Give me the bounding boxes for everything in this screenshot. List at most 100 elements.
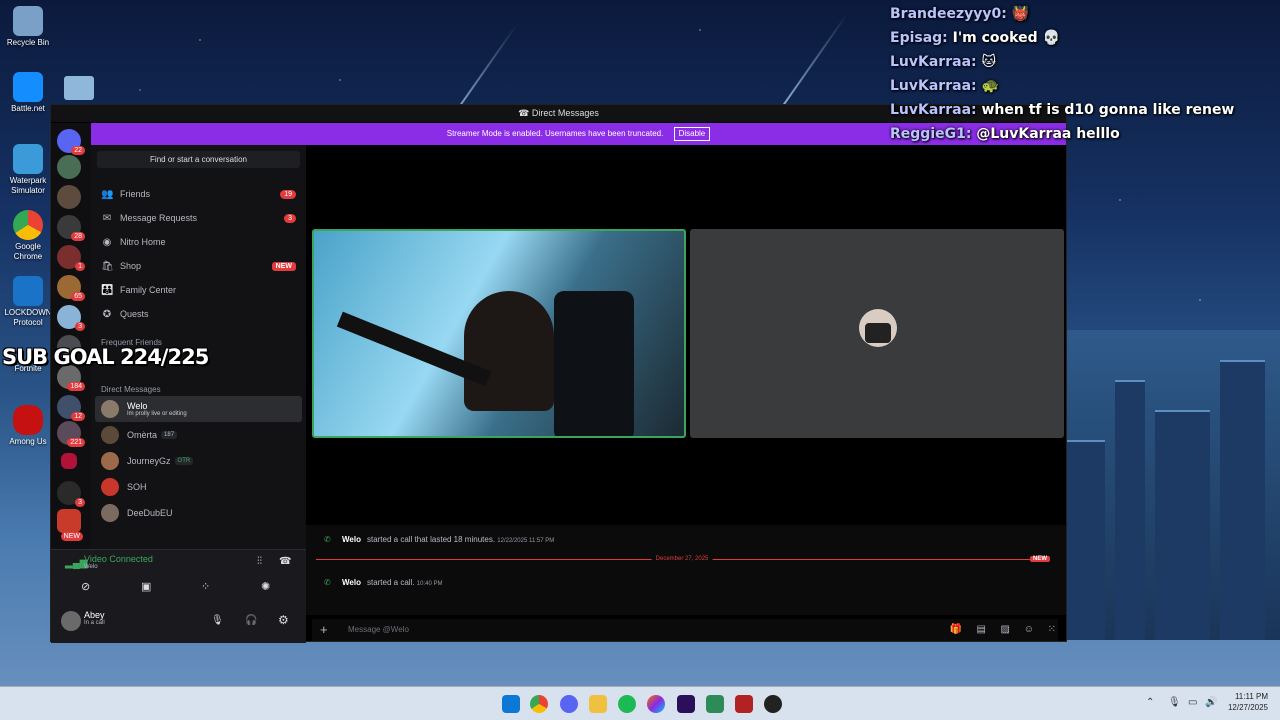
dm-item-soh[interactable]: SOH	[95, 474, 302, 500]
desktop-icon-label: Battle.net	[11, 104, 45, 113]
streamer-banner-text: Streamer Mode is enabled. Usernames have…	[446, 129, 664, 138]
server-icon[interactable]: 65	[57, 275, 85, 301]
message-list: ✆ Welo started a call that lasted 18 minu…	[306, 525, 1066, 615]
desktop-icon-label: Google Chrome	[13, 242, 43, 261]
chevron-up-icon[interactable]: ⌃	[1146, 697, 1154, 708]
headphones-icon[interactable]: 🎧	[245, 615, 257, 626]
app-icon[interactable]	[647, 695, 665, 713]
noise-suppression-icon[interactable]: ⫶⫶	[257, 556, 262, 567]
nav-family-center[interactable]: 👪 Family Center	[91, 278, 306, 302]
unread-badge: 3	[75, 498, 85, 507]
unread-badge: 65	[71, 292, 85, 301]
find-conversation-button[interactable]: Find or start a conversation	[97, 151, 300, 168]
discord-taskbar-icon[interactable]	[560, 695, 578, 713]
premiere-icon[interactable]	[677, 695, 695, 713]
server-icon[interactable]	[57, 155, 81, 179]
voice-panel: ▂▄▆ Video Connected Welo ⫶⫶ ☎ ⊘ ▣ ⁘ ✺	[51, 549, 306, 601]
microphone-tray-icon[interactable]: 🎙	[1168, 697, 1181, 708]
sub-goal-overlay: SUB GOAL 224/225	[2, 345, 209, 369]
nav-quests[interactable]: ✪ Quests	[91, 302, 306, 326]
message-input[interactable]: Message @Welo	[348, 619, 409, 641]
server-icon[interactable]: 3	[57, 305, 85, 331]
disable-streamer-button[interactable]: Disable	[673, 127, 711, 141]
video-tile-user[interactable]	[690, 229, 1064, 438]
message-author[interactable]: Welo	[342, 535, 361, 544]
gif-icon[interactable]: ▤	[977, 619, 986, 641]
avatar[interactable]	[61, 611, 81, 631]
waterpark-icon	[13, 144, 43, 174]
chat-line: ReggieG1: @LuvKarraa helllo	[890, 122, 1234, 146]
soundboard-icon[interactable]: ✺	[261, 580, 270, 593]
sticker-icon[interactable]: ▨	[1001, 619, 1010, 641]
wallpaper-city	[1055, 330, 1280, 640]
chrome-taskbar-icon[interactable]	[530, 695, 548, 713]
lockdown-icon	[13, 276, 43, 306]
system-clock[interactable]: 11:11 PM 12/27/2025	[1228, 691, 1268, 713]
chat-text: when tf is d10 gonna like renew	[981, 102, 1235, 118]
nav-message-requests[interactable]: ✉ Message Requests 3	[91, 206, 306, 230]
settings-gear-icon[interactable]: ⚙	[278, 613, 289, 627]
server-icon[interactable]: NEW	[57, 509, 83, 541]
desktop-icon-recycle-bin[interactable]: Recycle Bin	[4, 6, 52, 48]
server-icon[interactable]: 12	[57, 395, 85, 421]
voicemod-icon[interactable]	[735, 695, 753, 713]
desktop-app-icon[interactable]	[64, 76, 94, 100]
dm-item-welo[interactable]: Welo Im prolly live or editing	[95, 396, 302, 422]
gift-icon[interactable]: 🎁	[950, 619, 962, 641]
emoji-icon[interactable]: ☺	[1024, 619, 1034, 641]
nav-label: Shop	[120, 261, 142, 271]
count-badge: 3	[284, 213, 296, 223]
chat-line: LuvKarraa: when tf is d10 gonna like ren…	[890, 98, 1234, 122]
nav-label: Friends	[120, 189, 151, 199]
microphone-icon[interactable]: 🎙	[211, 615, 224, 626]
chat-text: 🐢	[981, 78, 999, 94]
spotify-icon[interactable]	[618, 695, 636, 713]
dm-item-journeygz[interactable]: JourneyGz OTR	[95, 448, 302, 474]
server-icon[interactable]: 1	[57, 245, 85, 271]
message-text: started a call.	[366, 578, 415, 587]
dm-item-omerta[interactable]: Omèrta 187	[95, 422, 302, 448]
server-icon[interactable]	[61, 453, 77, 469]
plus-icon[interactable]: +	[320, 619, 328, 641]
server-icon[interactable]: 3	[57, 481, 85, 507]
network-icon[interactable]: ▭	[1188, 697, 1197, 708]
server-icon[interactable]: 221	[57, 421, 85, 447]
quests-icon: ✪	[102, 308, 112, 320]
desktop-icon-waterpark[interactable]: Waterpark Simulator	[4, 144, 52, 196]
new-badge: NEW	[271, 261, 296, 271]
screen-share-icon[interactable]: ▣	[141, 580, 151, 593]
taskbar: ⌃ 🎙 ▭ 🔊 11:11 PM 12/27/2025	[0, 686, 1280, 720]
nav-label: Nitro Home	[120, 237, 166, 247]
message-author[interactable]: Welo	[342, 578, 361, 587]
nav-shop[interactable]: 🛍 Shop NEW	[91, 254, 306, 278]
dm-home-button[interactable]: 22	[57, 129, 85, 155]
dm-name: Welo	[127, 401, 148, 411]
desktop-icon-chrome[interactable]: Google Chrome	[4, 210, 52, 262]
chat-line: LuvKarraa: 🐢	[890, 74, 1234, 98]
camera-off-icon[interactable]: ⊘	[81, 580, 90, 593]
date-divider: December 27, 2025 NEW	[316, 556, 1050, 562]
window-title: Direct Messages	[531, 108, 599, 118]
dm-item-deedubeu[interactable]: DeeDubEU	[95, 500, 302, 526]
volume-icon[interactable]: 🔊	[1205, 697, 1217, 708]
desktop-icon-among-us[interactable]: Among Us	[4, 405, 52, 447]
desktop-icon-label: Among Us	[9, 437, 47, 446]
video-tile-welo[interactable]	[312, 229, 686, 438]
server-icon[interactable]	[57, 185, 81, 209]
obs-icon[interactable]	[764, 695, 782, 713]
start-icon[interactable]	[502, 695, 520, 713]
nav-nitro-home[interactable]: ◉ Nitro Home	[91, 230, 306, 254]
activities-icon[interactable]: ⁘	[201, 580, 210, 593]
desktop-icon-battlenet[interactable]: Battle.net	[4, 72, 52, 114]
unread-badge: 1	[75, 262, 85, 271]
disconnect-icon[interactable]: ☎	[279, 556, 291, 567]
nav-friends[interactable]: 👥 Friends 19	[91, 182, 306, 206]
desktop-icon-lockdown[interactable]: LOCKDOWN Protocol	[4, 276, 52, 328]
server-icon[interactable]: 28	[57, 215, 85, 241]
app-icon[interactable]	[706, 695, 724, 713]
voice-status: Video Connected	[84, 554, 153, 564]
apps-icon[interactable]: ⁙	[1048, 619, 1056, 641]
desktop-icon-label: Waterpark Simulator	[9, 176, 47, 195]
file-explorer-icon[interactable]	[589, 695, 607, 713]
dm-name: DeeDubEU	[127, 508, 173, 518]
